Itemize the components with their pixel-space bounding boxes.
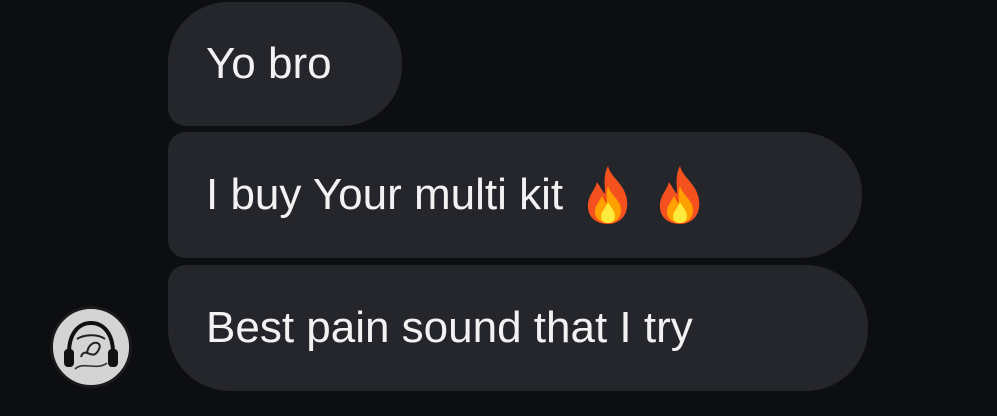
avatar[interactable] bbox=[50, 306, 132, 388]
message-text: Yo bro bbox=[206, 39, 332, 88]
headphones-logo-icon bbox=[53, 309, 129, 385]
message-bubble[interactable]: Yo bro bbox=[168, 2, 402, 126]
fire-icon bbox=[653, 164, 707, 226]
message-thread: Yo bro I buy Your multi kit Best pain so… bbox=[0, 0, 997, 416]
message-text: Best pain sound that I try bbox=[206, 303, 693, 352]
message-text: I buy Your multi kit bbox=[206, 170, 564, 219]
fire-icon bbox=[581, 164, 635, 226]
message-bubble[interactable]: Best pain sound that I try bbox=[168, 265, 868, 391]
message-bubble[interactable]: I buy Your multi kit bbox=[168, 132, 862, 258]
